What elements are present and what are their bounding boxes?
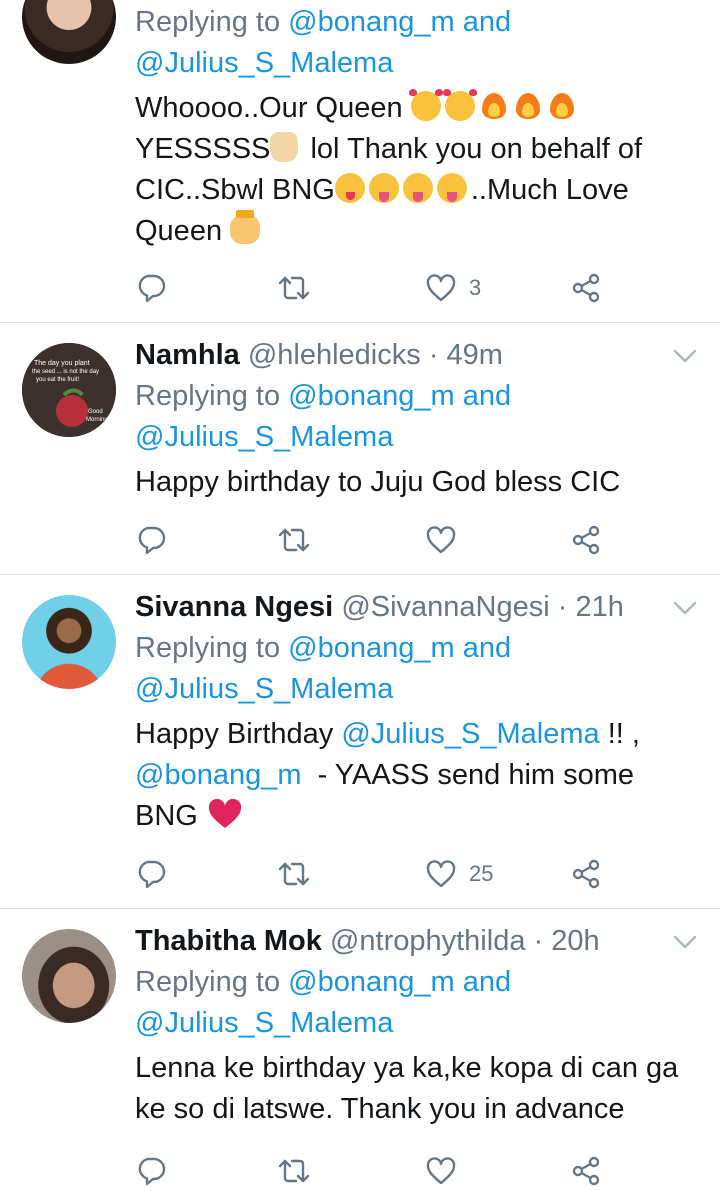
mention-link[interactable]: @Julius_S_Malema: [135, 673, 393, 705]
smiling-face-with-hearts-emoji: [408, 89, 443, 121]
retweet-button[interactable]: [278, 1151, 310, 1191]
display-name[interactable]: Namhla: [135, 339, 240, 371]
like-icon: [425, 272, 457, 304]
svg-text:the seed ... is not the day: the seed ... is not the day: [32, 369, 99, 375]
display-name[interactable]: Thabitha Mok: [135, 925, 322, 957]
svg-text:you eat the fruit!: you eat the fruit!: [36, 377, 79, 383]
tweet-text: Happy Birthday @Julius_S_Malema !! ,: [135, 718, 640, 750]
reply-icon: [135, 524, 167, 556]
reply-icon: [135, 858, 167, 890]
handle[interactable]: @ntrophythilda: [330, 925, 526, 957]
tweet-actions: [135, 1151, 615, 1191]
share-icon: [570, 272, 602, 304]
share-button[interactable]: [570, 854, 602, 894]
fire-emoji: [547, 89, 577, 121]
princess-emoji: [230, 210, 261, 244]
fire-emoji: [513, 89, 543, 121]
mention-link[interactable]: @Julius_S_Malema: [135, 47, 393, 79]
tweet-text: Happy birthday to Juju God bless CIC: [135, 466, 621, 498]
chevron-down-icon[interactable]: [672, 599, 698, 617]
tweet-actions: 25: [135, 854, 615, 894]
like-button[interactable]: [425, 1151, 457, 1191]
retweet-button[interactable]: [278, 854, 310, 894]
mention-link[interactable]: @bonang_m: [288, 380, 455, 412]
handle[interactable]: @hlehledicks: [248, 339, 421, 371]
squinting-face-with-tongue-emoji: [436, 173, 467, 203]
like-icon: [425, 524, 457, 556]
svg-text:The day you plant: The day you plant: [34, 360, 90, 367]
raising-hands-emoji: [270, 132, 299, 162]
mention-link[interactable]: @bonang_m: [288, 632, 455, 664]
retweet-icon: [278, 858, 310, 890]
chevron-down-icon[interactable]: [672, 933, 698, 951]
like-button[interactable]: 3: [425, 268, 481, 308]
retweet-icon: [278, 1155, 310, 1187]
replying-to: Replying to @bonang_m and: [135, 6, 512, 38]
reply-button[interactable]: [135, 1151, 167, 1191]
timestamp[interactable]: · 20h: [534, 925, 600, 957]
mention-link[interactable]: @bonang_m: [288, 966, 455, 998]
mention-link[interactable]: @Julius_S_Malema: [341, 718, 599, 750]
divider: [0, 574, 720, 575]
tweet-actions: 3: [135, 268, 615, 308]
svg-text:Morning: Morning: [86, 417, 108, 423]
svg-text:Good: Good: [88, 409, 103, 415]
tweet-header: Namhla @hlehledicks · 49m: [135, 335, 700, 376]
reply-icon: [135, 1155, 167, 1187]
divider: [0, 908, 720, 909]
fire-emoji: [479, 89, 509, 121]
like-button[interactable]: 25: [425, 854, 493, 894]
share-button[interactable]: [570, 268, 602, 308]
share-button[interactable]: [570, 520, 602, 560]
avatar[interactable]: The day you plant the seed ... is not th…: [22, 343, 116, 437]
smiling-face-with-hearts-emoji: [442, 89, 477, 121]
replying-to: Replying to @bonang_m and: [135, 380, 512, 412]
reply-button[interactable]: [135, 268, 167, 308]
retweet-icon: [278, 272, 310, 304]
like-count: 25: [469, 861, 494, 886]
tweet-header: Thabitha Mok @ntrophythilda · 20h: [135, 921, 700, 962]
like-icon: [425, 1155, 457, 1187]
timestamp[interactable]: · 21h: [558, 591, 624, 623]
reply-button[interactable]: [135, 520, 167, 560]
reply-icon: [135, 272, 167, 304]
tweet-header: Sivanna Ngesi @SivannaNgesi · 21h: [135, 587, 700, 628]
share-icon: [570, 524, 602, 556]
like-count: 3: [469, 275, 482, 300]
mention-link[interactable]: @bonang_m: [135, 759, 302, 791]
squinting-face-with-tongue-emoji: [402, 173, 433, 203]
replying-to: Replying to @bonang_m and: [135, 966, 512, 998]
handle[interactable]: @SivannaNgesi: [341, 591, 549, 623]
display-name[interactable]: Sivanna Ngesi: [135, 591, 333, 623]
retweet-icon: [278, 524, 310, 556]
share-icon: [570, 858, 602, 890]
tweet-text: Whoooo..Our Queen: [135, 88, 700, 129]
squinting-face-with-tongue-emoji: [368, 173, 399, 203]
retweet-button[interactable]: [278, 268, 310, 308]
chevron-down-icon[interactable]: [672, 347, 698, 365]
avatar[interactable]: [22, 595, 116, 689]
timestamp[interactable]: · 49m: [429, 339, 503, 371]
red-heart-emoji: [208, 799, 242, 829]
like-icon: [425, 858, 457, 890]
mention-link[interactable]: @Julius_S_Malema: [135, 1007, 393, 1039]
tweet-actions: [135, 520, 615, 560]
tweet-text: Lenna ke birthday ya ka,ke kopa di can g…: [135, 1052, 679, 1084]
share-button[interactable]: [570, 1151, 602, 1191]
mention-link[interactable]: @bonang_m: [288, 6, 455, 38]
like-button[interactable]: [425, 520, 457, 560]
replying-to: Replying to @bonang_m and: [135, 632, 512, 664]
divider: [0, 322, 720, 323]
mention-link[interactable]: @Julius_S_Malema: [135, 421, 393, 453]
reply-button[interactable]: [135, 854, 167, 894]
avatar[interactable]: [22, 0, 116, 64]
face-savoring-food-emoji: [334, 173, 365, 203]
retweet-button[interactable]: [278, 520, 310, 560]
avatar[interactable]: [22, 929, 116, 1023]
share-icon: [570, 1155, 602, 1187]
